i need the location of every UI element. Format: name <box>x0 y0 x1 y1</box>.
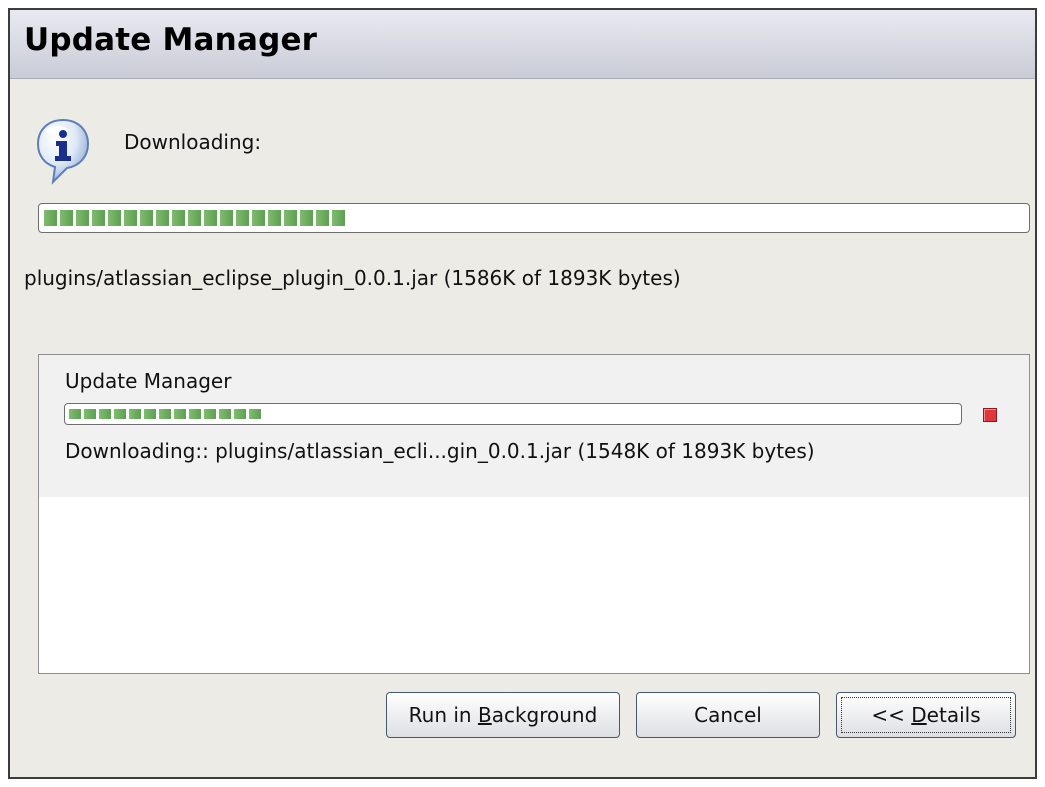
info-icon <box>36 118 90 186</box>
run-in-background-button[interactable]: Run in Background <box>386 692 620 738</box>
update-manager-dialog: Update Manager Downloading: plugins/atla… <box>8 8 1037 779</box>
run-in-background-label: Run in Background <box>408 703 598 727</box>
job-progress-bar <box>64 403 962 425</box>
main-progress-fill <box>44 210 345 226</box>
cancel-button[interactable]: Cancel <box>636 692 820 738</box>
dialog-title: Update Manager <box>24 22 318 58</box>
title-bar: Update Manager <box>10 10 1035 79</box>
download-file-text: plugins/atlassian_eclipse_plugin_0.0.1.j… <box>24 266 681 290</box>
job-item[interactable]: Update Manager Downloading:: plugins/atl… <box>39 355 1029 497</box>
status-label: Downloading: <box>124 130 262 154</box>
details-button[interactable]: << Details <box>836 692 1016 738</box>
cancel-label: Cancel <box>694 703 762 727</box>
details-label: << Details <box>871 703 981 727</box>
stop-icon[interactable] <box>983 408 997 422</box>
details-panel[interactable]: Update Manager Downloading:: plugins/atl… <box>38 354 1030 674</box>
job-status-text: Downloading:: plugins/atlassian_ecli...g… <box>65 439 815 463</box>
job-name: Update Manager <box>65 369 232 393</box>
main-progress-bar <box>38 203 1030 233</box>
job-progress-fill <box>69 409 261 419</box>
